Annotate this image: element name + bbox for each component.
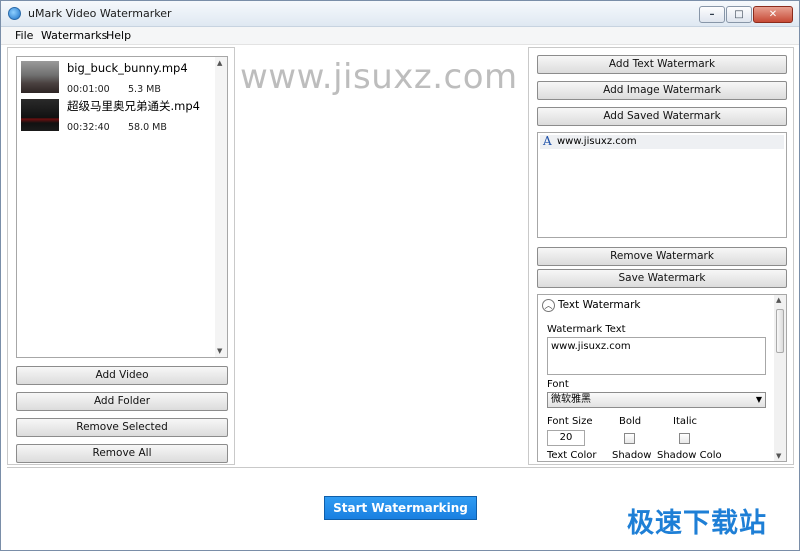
site-logo: 极速下载站 — [627, 508, 767, 539]
watermark-text-input[interactable]: www.jisuxz.com — [547, 337, 766, 375]
remove-all-button[interactable]: Remove All — [16, 444, 228, 463]
properties-scrollbar[interactable]: ▲ ▼ — [774, 295, 786, 461]
title-bar: uMark Video Watermarker – □ ✕ — [1, 1, 799, 27]
watermark-text-label: Watermark Text — [547, 324, 626, 335]
watermark-properties: ︿ Text Watermark Watermark Text www.jisu… — [537, 294, 787, 462]
font-size-label: Font Size — [547, 416, 593, 427]
maximize-button[interactable]: □ — [726, 6, 752, 23]
remove-watermark-button[interactable]: Remove Watermark — [537, 247, 787, 266]
font-select-value: 微软雅黑 — [551, 394, 591, 405]
video-preview[interactable]: www.jisuxz.com — [236, 47, 527, 465]
app-window: uMark Video Watermarker – □ ✕ File Water… — [0, 0, 800, 551]
italic-checkbox[interactable] — [679, 433, 690, 444]
add-folder-button[interactable]: Add Folder — [16, 392, 228, 411]
bold-checkbox[interactable] — [624, 433, 635, 444]
collapse-icon[interactable]: ︿ — [542, 299, 555, 312]
close-button[interactable]: ✕ — [753, 6, 793, 23]
watermark-pane: Add Text Watermark Add Image Watermark A… — [528, 47, 794, 465]
remove-selected-button[interactable]: Remove Selected — [16, 418, 228, 437]
text-color-label: Text Color — [547, 450, 597, 461]
minimize-button[interactable]: – — [699, 6, 725, 23]
maximize-icon: □ — [734, 9, 744, 20]
video-name[interactable]: 超级马里奥兄弟通关.mp4 — [67, 98, 200, 114]
shadow-color-label: Shadow Colo — [657, 450, 722, 461]
text-watermark-icon: A — [543, 134, 552, 148]
window-controls: – □ ✕ — [698, 6, 793, 23]
font-select[interactable]: 微软雅黑 ▼ — [547, 392, 766, 408]
video-thumbnail — [21, 99, 59, 131]
video-duration: 00:01:00 — [67, 84, 110, 95]
video-size: 58.0 MB — [128, 122, 167, 133]
video-size: 5.3 MB — [128, 84, 161, 95]
watermark-list[interactable]: A www.jisuxz.com — [537, 132, 787, 238]
italic-label: Italic — [673, 416, 698, 427]
save-watermark-button[interactable]: Save Watermark — [537, 269, 787, 288]
start-watermarking-button[interactable]: Start Watermarking — [324, 496, 477, 520]
watermark-item-label: www.jisuxz.com — [557, 136, 637, 147]
menu-help[interactable]: Help — [106, 29, 131, 42]
video-list[interactable]: big_buck_bunny.mp4 00:01:00 5.3 MB 超级马里奥… — [16, 56, 228, 358]
font-label: Font — [547, 379, 569, 390]
watermark-preview-text[interactable]: www.jisuxz.com — [240, 57, 518, 97]
menu-bar: File Watermarks Help — [1, 27, 799, 45]
video-list-scrollbar[interactable]: ▲ ▼ — [215, 57, 227, 357]
add-video-button[interactable]: Add Video — [16, 366, 228, 385]
add-saved-watermark-button[interactable]: Add Saved Watermark — [537, 107, 787, 126]
shadow-label: Shadow — [612, 450, 652, 461]
scroll-up-icon[interactable]: ▲ — [217, 59, 222, 67]
video-thumbnail — [21, 61, 59, 93]
minimize-icon: – — [709, 9, 715, 20]
video-pane: big_buck_bunny.mp4 00:01:00 5.3 MB 超级马里奥… — [7, 47, 235, 465]
app-logo-icon — [8, 7, 21, 20]
scroll-down-icon[interactable]: ▼ — [217, 347, 222, 355]
scroll-up-icon[interactable]: ▲ — [776, 296, 781, 304]
menu-file[interactable]: File — [15, 29, 33, 42]
bold-label: Bold — [619, 416, 642, 427]
list-item[interactable]: A www.jisuxz.com — [540, 134, 784, 149]
close-icon: ✕ — [768, 9, 778, 20]
scrollbar-thumb[interactable] — [776, 309, 784, 353]
scroll-down-icon[interactable]: ▼ — [776, 452, 781, 460]
add-text-watermark-button[interactable]: Add Text Watermark — [537, 55, 787, 74]
video-duration: 00:32:40 — [67, 122, 110, 133]
add-image-watermark-button[interactable]: Add Image Watermark — [537, 81, 787, 100]
menu-watermarks[interactable]: Watermarks — [41, 29, 107, 42]
section-title: Text Watermark — [558, 299, 641, 311]
window-title: uMark Video Watermarker — [28, 7, 172, 20]
font-size-input[interactable]: 20 — [547, 430, 585, 446]
chevron-down-icon: ▼ — [755, 395, 762, 404]
video-name[interactable]: big_buck_bunny.mp4 — [67, 61, 188, 75]
